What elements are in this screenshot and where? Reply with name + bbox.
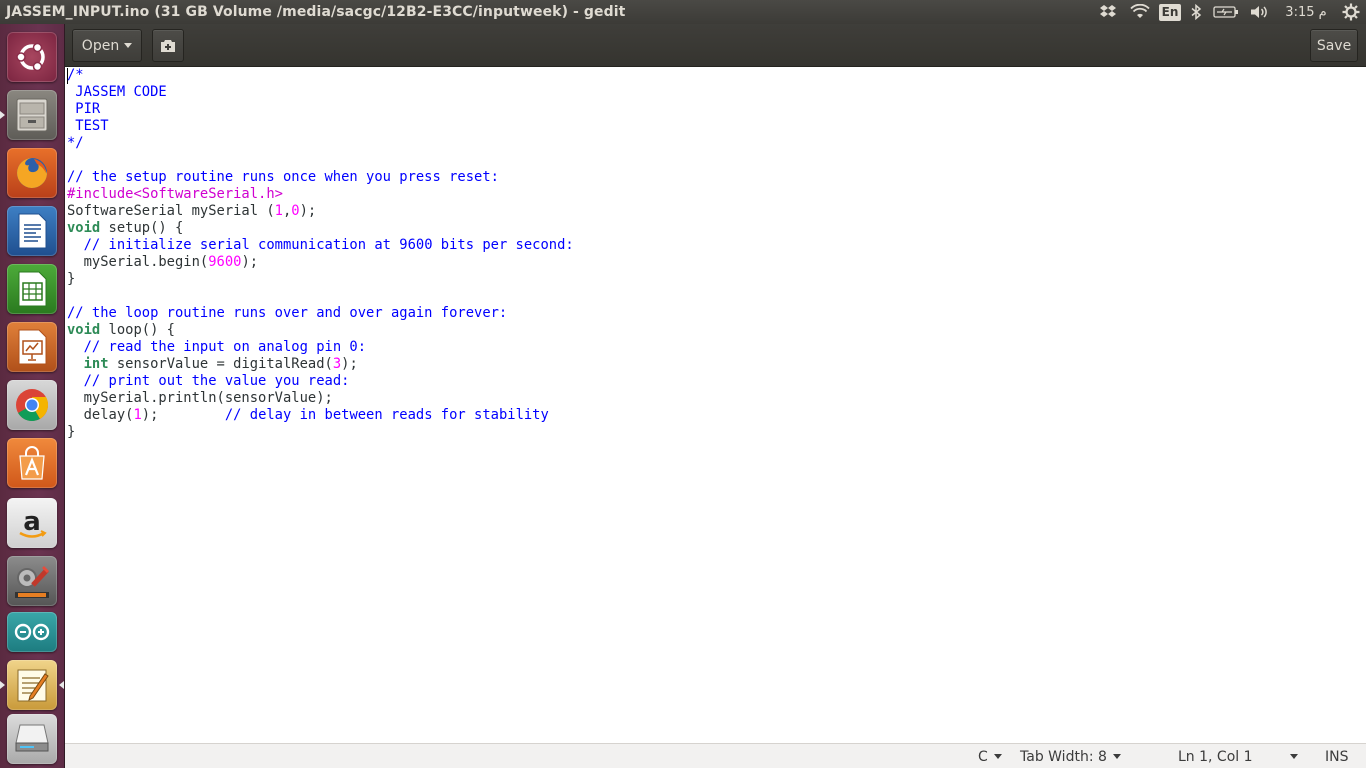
svg-text:a: a [23, 507, 41, 537]
code-line: // read the input on analog pin 0: [83, 339, 367, 355]
code-line: #include<SoftwareSerial.h> [67, 186, 283, 202]
keyboard-layout-indicator[interactable]: En [1156, 0, 1184, 24]
chevron-down-icon [1290, 754, 1298, 759]
tab-width-label: Tab Width: 8 [1020, 748, 1107, 765]
indicator-area: En 3:15 م [1092, 0, 1366, 24]
chevron-down-icon [124, 43, 133, 48]
language-label: C [978, 748, 988, 765]
tab-width-selector[interactable]: Tab Width: 8 [1020, 744, 1121, 768]
status-bar: C Tab Width: 8 Ln 1, Col 1 INS [65, 743, 1366, 768]
code-line: void setup() { [67, 220, 184, 236]
code-line: // the setup routine runs once when you … [67, 169, 499, 185]
firefox-icon[interactable] [7, 148, 57, 198]
cursor-position-label: Ln 1, Col 1 [1178, 748, 1253, 765]
clock[interactable]: 3:15 م [1276, 0, 1336, 24]
chrome-icon[interactable] [7, 380, 57, 430]
top-panel: JASSEM_INPUT.ino (31 GB Volume /media/sa… [0, 0, 1366, 24]
code-line: int sensorValue = digitalRead(3); [83, 356, 358, 372]
language-label: En [1158, 3, 1182, 21]
impress-icon[interactable] [7, 322, 57, 372]
arduino-icon[interactable] [7, 612, 57, 652]
launcher: a [0, 24, 65, 768]
ubuntu-logo-icon[interactable] [7, 32, 57, 82]
insert-mode-label: INS [1325, 748, 1349, 765]
clock-text: 3:15 م [1285, 4, 1327, 20]
gear-icon[interactable] [1336, 0, 1366, 24]
save-button-label: Save [1316, 37, 1352, 54]
insert-mode-indicator: INS [1325, 744, 1349, 768]
amazon-icon[interactable]: a [7, 498, 57, 548]
code-line: delay(1); // delay in between reads for … [67, 407, 549, 423]
code-line: */ [67, 135, 84, 151]
dropbox-icon[interactable] [1092, 0, 1124, 24]
text-editor[interactable]: /* JASSEM CODE PIR TEST */ // the setup ro… [65, 67, 1366, 743]
calc-icon[interactable] [7, 264, 57, 314]
code-line: PIR [67, 101, 101, 117]
scanner-icon[interactable] [7, 714, 57, 764]
writer-icon[interactable] [7, 206, 57, 256]
code-line: TEST [67, 118, 109, 134]
chevron-down-icon [993, 754, 1002, 759]
save-button[interactable]: Save [1310, 29, 1358, 62]
cursor-position-selector[interactable]: Ln 1, Col 1 [1178, 744, 1298, 768]
new-document-icon [161, 39, 175, 52]
code-line: // initialize serial communication at 96… [83, 237, 574, 253]
open-button-label: Open [81, 37, 120, 54]
code-line: JASSEM CODE [67, 84, 167, 100]
battery-icon[interactable] [1208, 0, 1244, 24]
code-line: mySerial.begin(9600); [67, 254, 259, 270]
new-document-button[interactable] [152, 29, 184, 62]
code-line: } [67, 424, 76, 440]
chevron-down-icon [1112, 754, 1121, 759]
code-line: /* [67, 67, 84, 83]
open-button[interactable]: Open [72, 29, 142, 62]
code-line: // the loop routine runs over and over a… [67, 305, 508, 321]
code-line: } [67, 271, 76, 287]
toolbar: Open Save [65, 24, 1366, 67]
volume-icon[interactable] [1244, 0, 1276, 24]
wifi-icon[interactable] [1124, 0, 1156, 24]
settings-wrench-icon[interactable] [7, 556, 57, 606]
language-selector[interactable]: C [978, 744, 1002, 768]
bluetooth-icon[interactable] [1184, 0, 1208, 24]
code-line: mySerial.println(sensorValue); [67, 390, 333, 406]
window-title: JASSEM_INPUT.ino (31 GB Volume /media/sa… [6, 4, 626, 20]
code-line: // print out the value you read: [83, 373, 350, 389]
text-editor-icon[interactable] [7, 660, 57, 710]
code-line: SoftwareSerial mySerial (1,0); [67, 203, 317, 219]
file-cabinet-icon[interactable] [7, 90, 57, 140]
code-line: void loop() { [67, 322, 175, 338]
shopping-bag-icon[interactable] [7, 438, 57, 488]
